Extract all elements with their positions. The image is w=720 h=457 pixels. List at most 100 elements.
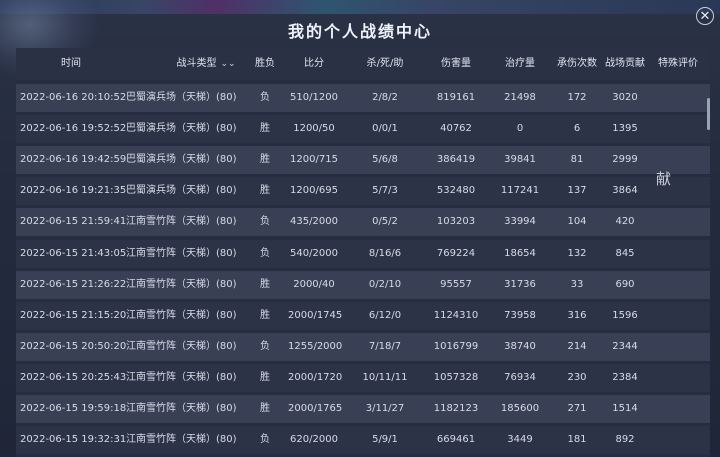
cell-kda: 8/16/6: [368, 247, 402, 259]
header-special-rating: 特殊评价: [658, 58, 698, 69]
cell-kda: 5/7/3: [372, 185, 398, 197]
header-score: 比分: [304, 58, 324, 69]
cell-damage: 1057328: [433, 371, 479, 383]
cell-hits-taken: 316: [567, 309, 587, 321]
cell-hits-taken: 172: [567, 92, 587, 103]
cell-contribution: 3864: [612, 185, 638, 197]
cell-heal: 31736: [504, 278, 536, 290]
cell-battle-type: 江南雪竹阵（天梯）(80): [126, 371, 237, 383]
cell-special-rating: [654, 84, 702, 112]
cell-kda: 3/11/27: [365, 403, 405, 414]
cell-kda: 0/2/10: [368, 278, 402, 290]
record-table: 时间 战斗类型 ⌄⌄ 胜负 比分 杀/死/助 伤害量 治疗量 承伤次数 战场贡献 …: [16, 48, 710, 457]
cell-damage: 95557: [440, 278, 472, 290]
cell-damage: 103203: [436, 216, 476, 228]
cell-damage: 386419: [436, 154, 476, 166]
cell-battle-type: 江南雪竹阵（天梯）(80): [126, 216, 237, 228]
close-icon: ✕: [699, 9, 711, 24]
cell-damage: 769224: [436, 247, 476, 259]
table-header: 时间 战斗类型 ⌄⌄ 胜负 比分 杀/死/助 伤害量 治疗量 承伤次数 战场贡献 …: [16, 48, 710, 80]
cell-time: 2022-06-15 19:59:18: [20, 403, 127, 414]
cell-kda: 6/12/0: [368, 309, 402, 321]
cell-heal: 0: [516, 123, 524, 135]
cell-heal: 38740: [504, 340, 536, 352]
cell-time: 2022-06-16 19:52:52: [20, 123, 127, 135]
chevron-down-double-icon[interactable]: ⌄⌄: [220, 48, 235, 80]
cell-result: 负: [260, 92, 270, 103]
table-row[interactable]: 2022-06-16 20:10:52 巴蜀演兵场（天梯）(80) 负 510/120…: [16, 84, 710, 112]
cell-contribution: 1514: [612, 403, 638, 414]
cell-score: 435/2000: [290, 216, 338, 228]
cell-special-rating: [654, 240, 702, 268]
cell-heal: 185600: [500, 403, 540, 414]
cell-score: 1200/715: [290, 154, 338, 166]
cell-kda: 2/8/2: [372, 92, 398, 103]
cell-heal: 73958: [504, 309, 536, 321]
cell-damage: 532480: [436, 185, 476, 197]
cell-score: 1255/2000: [288, 340, 343, 352]
table-row[interactable]: 2022-06-15 20:25:43 江南雪竹阵（天梯）(80) 胜 2000/17…: [16, 363, 710, 392]
cell-hits-taken: 132: [567, 247, 587, 259]
cell-score: 620/2000: [290, 434, 338, 446]
cell-contribution: 892: [615, 434, 635, 446]
header-battle-type[interactable]: 战斗类型 ⌄⌄: [156, 48, 256, 80]
cell-battle-type: 江南雪竹阵（天梯）(80): [126, 309, 237, 321]
cell-damage: 40762: [440, 123, 472, 135]
cell-hits-taken: 104: [567, 216, 587, 228]
table-row[interactable]: 2022-06-16 19:21:35 巴蜀演兵场（天梯）(80) 胜 1200/69…: [16, 177, 710, 206]
cell-battle-type: 江南雪竹阵（天梯）(80): [126, 278, 237, 290]
cell-contribution: 2384: [612, 371, 638, 383]
close-button[interactable]: ✕: [696, 7, 714, 25]
cell-time: 2022-06-15 19:32:31: [20, 434, 127, 446]
cell-time: 2022-06-16 19:42:59: [20, 154, 127, 166]
cell-score: 510/1200: [290, 92, 338, 103]
cell-time: 2022-06-15 20:25:43: [20, 371, 127, 383]
cell-result: 胜: [260, 278, 270, 290]
table-row[interactable]: 2022-06-15 21:43:05 江南雪竹阵（天梯）(80) 负 540/200…: [16, 239, 710, 268]
table-row[interactable]: 2022-06-15 19:59:18 江南雪竹阵（天梯）(80) 胜 2000/17…: [16, 395, 710, 423]
cell-battle-type: 巴蜀演兵场（天梯）(80): [126, 123, 237, 135]
cell-result: 胜: [260, 154, 270, 166]
cell-special-rating: [654, 115, 702, 143]
table-row[interactable]: 2022-06-15 21:15:20 江南雪竹阵（天梯）(80) 胜 2000/17…: [16, 301, 710, 330]
cell-kda: 0/5/2: [372, 216, 398, 228]
cell-result: 胜: [260, 185, 270, 197]
cell-hits-taken: 6: [573, 123, 581, 135]
cell-heal: 33994: [504, 216, 536, 228]
header-contribution: 战场贡献: [605, 58, 645, 69]
cell-score: 2000/1720: [288, 371, 343, 383]
table-row[interactable]: 2022-06-16 19:42:59 巴蜀演兵场（天梯）(80) 胜 1200/71…: [16, 146, 710, 175]
cell-heal: 21498: [504, 92, 536, 103]
cell-score: 1200/50: [293, 123, 335, 135]
cell-contribution: 2999: [612, 154, 638, 166]
cell-result: 胜: [260, 371, 270, 383]
cell-kda: 10/11/11: [362, 371, 408, 383]
cell-contribution: 845: [615, 247, 635, 259]
table-row[interactable]: 2022-06-15 19:32:31 江南雪竹阵（天梯）(80) 负 620/200…: [16, 426, 710, 455]
table-row[interactable]: 2022-06-16 19:52:52 巴蜀演兵场（天梯）(80) 胜 1200/50…: [16, 115, 710, 144]
cell-time: 2022-06-15 21:26:22: [20, 278, 127, 290]
scrollbar-thumb[interactable]: [707, 98, 710, 130]
cell-score: 540/2000: [290, 247, 338, 259]
cell-damage: 819161: [436, 92, 476, 103]
table-row[interactable]: 2022-06-15 20:50:20 江南雪竹阵（天梯）(80) 负 1255/20…: [16, 332, 710, 361]
cell-special-rating: [654, 302, 702, 330]
cell-result: 负: [260, 247, 270, 259]
header-time: 时间: [61, 58, 81, 69]
cell-hits-taken: 230: [567, 371, 587, 383]
cell-damage: 1124310: [433, 309, 479, 321]
table-row[interactable]: 2022-06-15 21:59:41 江南雪竹阵（天梯）(80) 负 435/200…: [16, 208, 710, 237]
header-damage: 伤害量: [441, 58, 471, 69]
cell-damage: 1182123: [433, 403, 479, 414]
cell-score: 2000/40: [293, 278, 335, 290]
cell-hits-taken: 81: [570, 154, 584, 166]
cell-heal: 3449: [507, 434, 533, 446]
cell-hits-taken: 137: [567, 185, 587, 197]
cell-time: 2022-06-16 20:10:52: [20, 92, 127, 103]
table-row[interactable]: 2022-06-15 21:26:22 江南雪竹阵（天梯）(80) 胜 2000/40…: [16, 270, 710, 299]
header-heal: 治疗量: [505, 58, 535, 69]
cell-result: 负: [260, 216, 270, 228]
cell-score: 1200/695: [290, 185, 338, 197]
cell-heal: 76934: [504, 371, 536, 383]
cell-special-rating: [654, 333, 702, 361]
